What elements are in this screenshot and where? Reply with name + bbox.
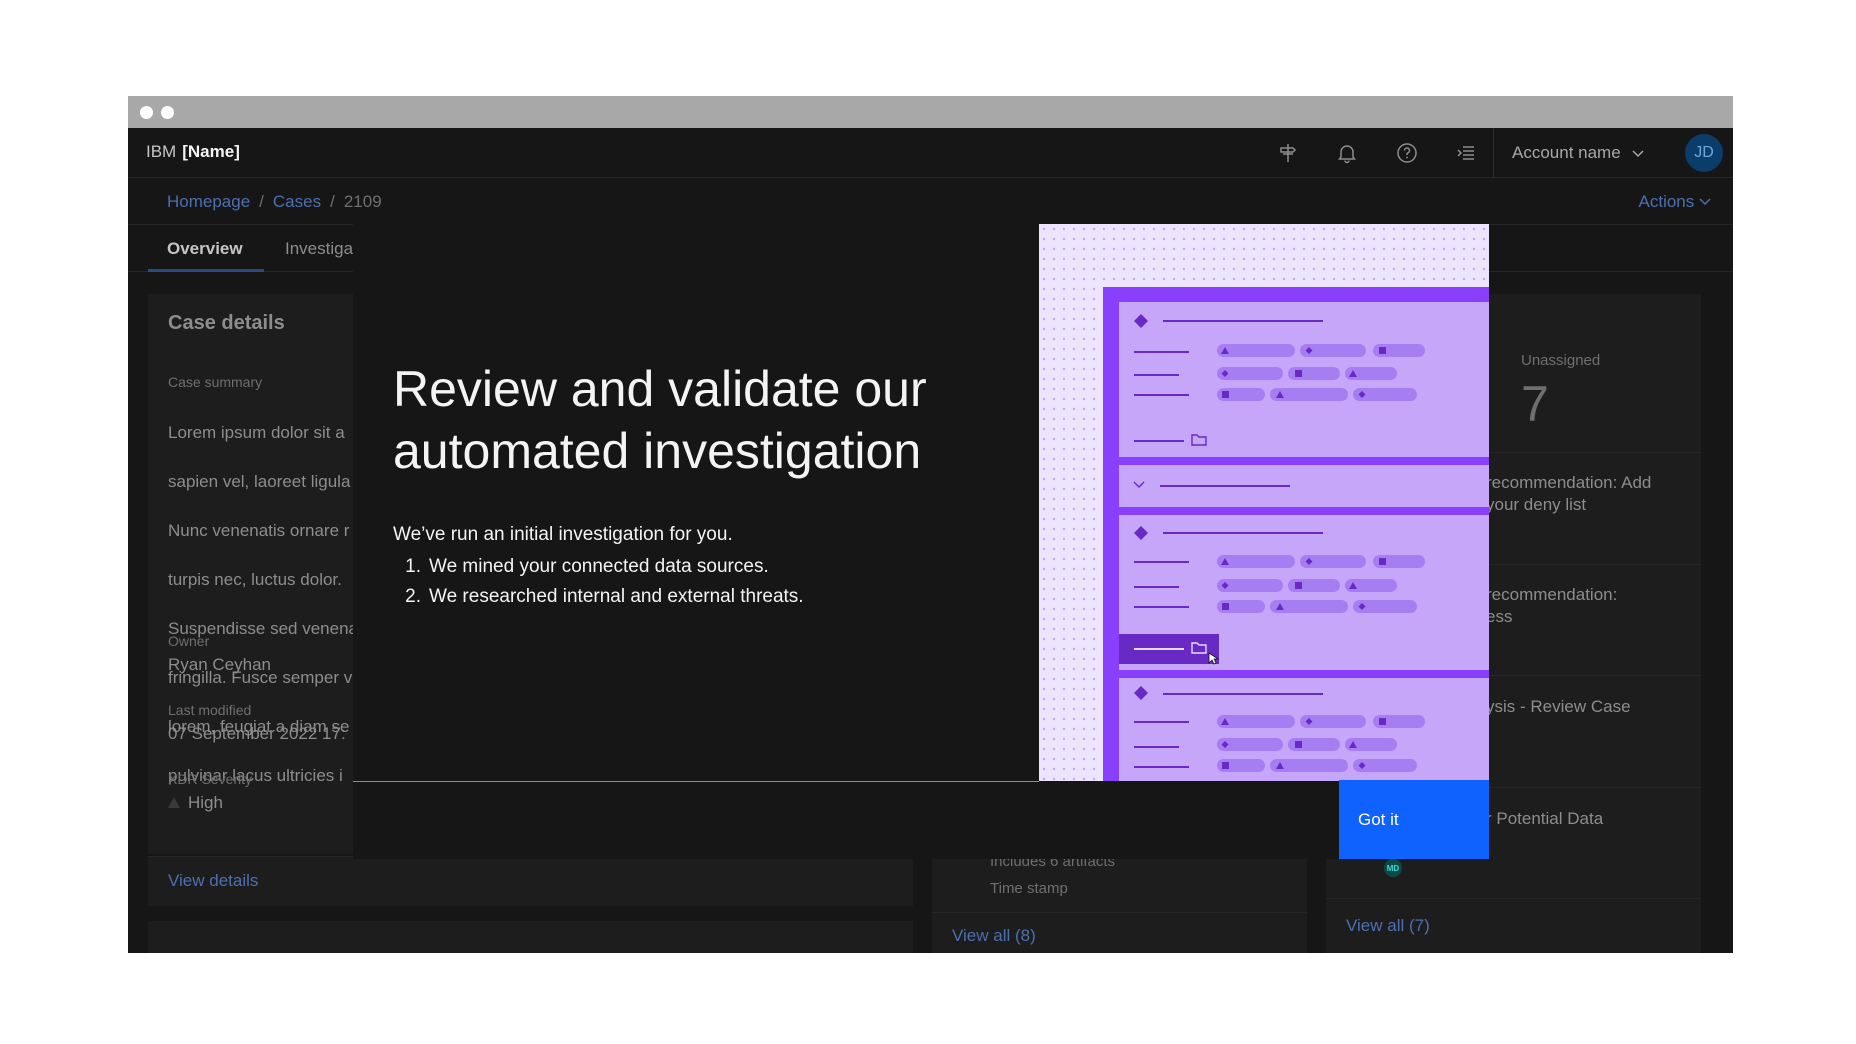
breadcrumb: Homepage / Cases/2109 xyxy=(167,192,382,211)
illustration-graphic xyxy=(1039,224,1489,781)
modal-title: Review and validate our automated invest… xyxy=(393,361,927,479)
got-it-button[interactable]: Got it xyxy=(1339,780,1489,859)
window-control-dot[interactable] xyxy=(140,106,153,119)
view-all-recommendations-link[interactable]: View all (7) xyxy=(1346,916,1430,936)
window-titlebar xyxy=(128,96,1733,128)
chevron-down-icon xyxy=(1632,150,1644,158)
owner-value: Ryan Ceyhan xyxy=(168,655,272,674)
severity-triangle-icon xyxy=(168,797,180,808)
brand[interactable]: IBM [Name] xyxy=(146,142,240,162)
recommendation-3[interactable]: ysis - Review Case xyxy=(1486,696,1686,718)
avatar[interactable]: JD xyxy=(1685,134,1723,172)
artifacts-count: Includes 6 artifacts xyxy=(990,858,1116,870)
unassigned-label: Unassigned xyxy=(1521,352,1601,369)
summary-line: Nunc venenatis ornare r xyxy=(168,520,350,540)
view-details-bar: View details xyxy=(148,856,913,906)
case-summary-text: Lorem ipsum dolor sit a sapien vel, laor… xyxy=(168,396,358,813)
owner-label: Owner xyxy=(168,633,210,649)
modal-step-text: We mined your connected data sources. xyxy=(429,556,769,577)
modal-footer xyxy=(353,782,1489,859)
view-details-link[interactable]: View details xyxy=(168,871,258,891)
severity-value: High xyxy=(168,793,223,813)
actions-label: Actions xyxy=(1638,192,1695,211)
window-control-dot[interactable] xyxy=(161,106,174,119)
view-all-artifacts-link[interactable]: View all (8) xyxy=(952,926,1036,946)
onboarding-modal: Review and validate our automated invest… xyxy=(353,224,1489,859)
breadcrumb-homepage[interactable]: Homepage xyxy=(167,192,250,211)
help-icon[interactable] xyxy=(1391,137,1423,169)
last-modified-value: 07 September 2022 17: xyxy=(168,724,346,743)
severity-text: High xyxy=(188,793,223,812)
actions-menu[interactable]: Actions xyxy=(1639,192,1711,212)
tab-active-indicator xyxy=(148,269,264,272)
signpost-icon[interactable] xyxy=(1272,137,1304,169)
modal-steps: 1. We mined your connected data sources. … xyxy=(393,552,804,612)
summary-line: turpis nec, luctus dolor. xyxy=(168,569,342,589)
switcher-icon[interactable] xyxy=(1450,137,1482,169)
breadcrumb-current: 2109 xyxy=(343,192,382,211)
summary-line: Lorem ipsum dolor sit a xyxy=(168,422,345,442)
recommendation-2[interactable]: recommendation: ess xyxy=(1486,584,1686,628)
recommendation-2-line: ess xyxy=(1486,607,1513,626)
divider xyxy=(932,912,1307,913)
recommendation-2-line: recommendation: xyxy=(1486,585,1618,604)
case-summary-label: Case summary xyxy=(168,374,263,390)
timestamp-label: Time stamp xyxy=(990,880,1068,897)
assignee-avatar: MD xyxy=(1384,859,1402,877)
tab-overview[interactable]: Overview xyxy=(167,239,243,259)
account-name: Account name xyxy=(1512,143,1621,162)
case-list-illustration xyxy=(1039,224,1489,781)
notification-bell-icon[interactable] xyxy=(1331,137,1363,169)
top-header: IBM [Name] Account name JD xyxy=(128,128,1733,178)
recommendation-1[interactable]: recommendation: Add your deny list xyxy=(1486,472,1686,516)
unassigned-count: 7 xyxy=(1521,376,1549,432)
recommendation-4[interactable]: r Potential Data xyxy=(1486,808,1686,830)
tab-investigation[interactable]: Investiga xyxy=(285,239,353,259)
divider xyxy=(1326,898,1701,899)
modal-step-2: 2. We researched internal and external th… xyxy=(405,586,804,607)
lower-card xyxy=(148,921,913,953)
case-details-title: Case details xyxy=(168,312,285,334)
product-name: [Name] xyxy=(182,142,240,161)
modal-intro: We’ve run an initial investigation for y… xyxy=(393,524,733,545)
modal-step-1: 1. We mined your connected data sources. xyxy=(405,556,769,577)
chevron-down-icon xyxy=(1699,198,1711,206)
brand-ibm: IBM xyxy=(146,142,177,161)
summary-line: sapien vel, laoreet ligula xyxy=(168,471,351,491)
breadcrumb-cases[interactable]: Cases xyxy=(273,192,321,211)
severity-label: XDR Severity xyxy=(168,771,253,787)
account-menu[interactable]: Account name xyxy=(1493,128,1683,178)
modal-step-text: We researched internal and external thre… xyxy=(429,586,804,607)
artifacts-card: Includes 6 artifacts Time stamp View all… xyxy=(932,854,1307,953)
last-modified-label: Last modified xyxy=(168,702,252,718)
